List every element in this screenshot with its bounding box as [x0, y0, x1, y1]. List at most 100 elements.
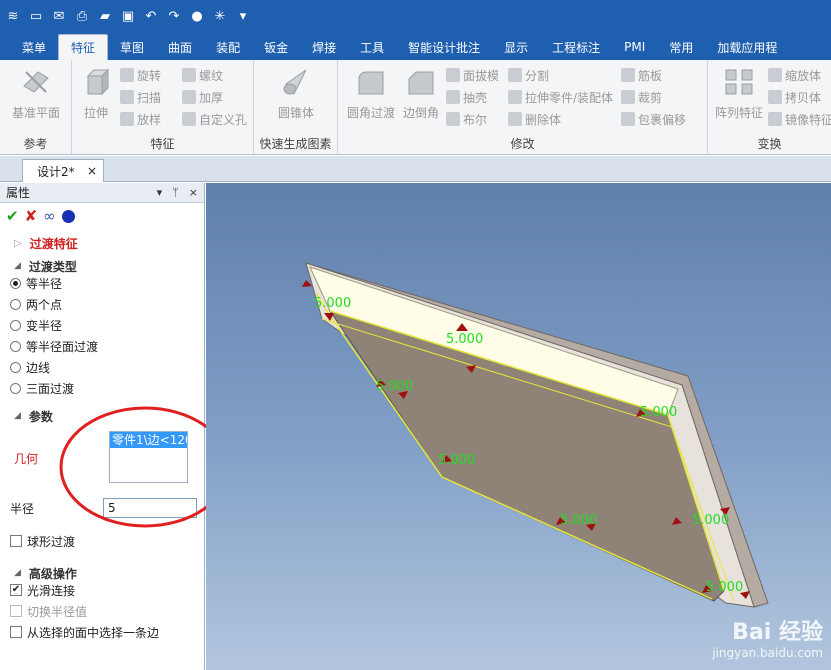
- custom-hole-button[interactable]: 自定义孔: [182, 109, 247, 129]
- rib-icon: [621, 68, 635, 82]
- sphere-tool-icon[interactable]: ●: [188, 7, 206, 25]
- preview-glasses-icon[interactable]: ∞: [43, 207, 56, 225]
- app-logo-icon[interactable]: ≋: [4, 7, 22, 25]
- collapse-arrow-icon: ◢: [14, 568, 21, 578]
- extrude-button[interactable]: 拉伸: [69, 66, 123, 121]
- new-file-icon[interactable]: ▭: [27, 7, 45, 25]
- custom-hole-label: 自定义孔: [199, 112, 248, 127]
- fillet-button[interactable]: 圆角过渡: [344, 66, 398, 121]
- draft-label: 面拔模: [463, 68, 500, 83]
- thread-button[interactable]: 螺纹: [182, 65, 223, 85]
- radio-button[interactable]: [10, 298, 21, 310]
- draft-button[interactable]: 面拔模: [446, 65, 499, 85]
- tab-display[interactable]: 显示: [492, 34, 540, 60]
- boolean-button[interactable]: 布尔: [446, 109, 487, 129]
- radius-label-row: 半径: [0, 498, 60, 518]
- watermark-url: jingyan.baidu.com: [712, 646, 823, 660]
- chamfer-button[interactable]: 边倒角: [394, 66, 448, 121]
- pattern-button[interactable]: 阵列特征: [712, 66, 766, 121]
- save-icon[interactable]: ▣: [119, 7, 137, 25]
- document-close-icon[interactable]: ×: [87, 164, 97, 178]
- delete-body-button[interactable]: 删除体: [508, 109, 561, 129]
- redo-icon[interactable]: ↷: [165, 7, 183, 25]
- checkbox[interactable]: [10, 626, 22, 638]
- type-option-three-face[interactable]: 三面过渡: [0, 378, 204, 398]
- ribbon-group-feature: 拉伸 旋转 扫描 放样 螺纹 加厚 自定义孔 特征: [69, 60, 254, 154]
- smooth-option[interactable]: ✔ 光滑连接: [0, 580, 204, 600]
- extrude-label: 拉伸: [83, 106, 108, 120]
- print-icon[interactable]: ⎙: [73, 7, 91, 25]
- tab-tools[interactable]: 工具: [348, 34, 396, 60]
- panel-close-icon[interactable]: ×: [189, 186, 198, 199]
- copy-body-button[interactable]: 拷贝体: [768, 87, 821, 107]
- radio-button[interactable]: [10, 361, 21, 373]
- ribbon-group-modify: 圆角过渡 边倒角 面拔模 抽壳 布尔 分割 拉伸零件/装配体 删除体 筋板 裁剪…: [338, 60, 708, 154]
- close-file-icon[interactable]: ✉: [50, 7, 68, 25]
- scale-button[interactable]: 缩放体: [768, 65, 821, 85]
- tab-common[interactable]: 常用: [657, 34, 705, 60]
- 3d-viewport[interactable]: 5.000 5.000 5.000 5.000 5.000 5.000 5.00…: [206, 183, 831, 670]
- checkbox[interactable]: [10, 535, 22, 547]
- tab-sketch[interactable]: 草图: [108, 34, 156, 60]
- tab-surface[interactable]: 曲面: [156, 34, 204, 60]
- radio-button[interactable]: [10, 340, 21, 352]
- tab-feature[interactable]: 特征: [58, 34, 109, 60]
- type-option-two-points[interactable]: 两个点: [0, 294, 204, 314]
- tab-addins[interactable]: 加载应用程: [705, 34, 789, 60]
- cone-button[interactable]: 圆锥体: [269, 66, 323, 121]
- panel-menu-icon[interactable]: ▾: [157, 186, 163, 199]
- mirror-button[interactable]: 镜像特征: [768, 109, 831, 129]
- cancel-icon[interactable]: ✘: [25, 207, 38, 225]
- type-option-edge-line[interactable]: 边线: [0, 357, 204, 377]
- tab-assembly[interactable]: 装配: [204, 34, 252, 60]
- pattern-icon: [725, 69, 753, 95]
- base-plane-button[interactable]: 基准平面: [9, 66, 63, 121]
- tab-pmi[interactable]: PMI: [612, 34, 657, 60]
- thicken-label: 加厚: [199, 90, 224, 105]
- document-tab[interactable]: 设计2* ×: [22, 159, 104, 182]
- tab-smart-annotation[interactable]: 智能设计批注: [396, 34, 492, 60]
- feature-header-label: 过渡特征: [29, 236, 78, 251]
- undo-icon[interactable]: ↶: [142, 7, 160, 25]
- split-icon: [508, 68, 522, 82]
- qa-dropdown-icon[interactable]: ▾: [234, 7, 252, 25]
- sweep-button[interactable]: 扫描: [120, 87, 161, 107]
- panel-title: 属性: [6, 186, 31, 200]
- copy-body-icon: [768, 90, 782, 104]
- wrap-offset-button[interactable]: 包裹偏移: [621, 109, 686, 129]
- radio-button[interactable]: [10, 277, 21, 289]
- base-plane-icon: [23, 71, 49, 93]
- rib-button[interactable]: 筋板: [621, 65, 662, 85]
- revolve-button[interactable]: 旋转: [120, 65, 161, 85]
- pattern-label: 阵列特征: [714, 106, 763, 120]
- extrude-part-button[interactable]: 拉伸零件/装配体: [508, 87, 613, 107]
- tab-weld[interactable]: 焊接: [300, 34, 348, 60]
- boolean-label: 布尔: [463, 112, 488, 127]
- type-option-variable-radius[interactable]: 变半径: [0, 315, 204, 335]
- help-circle-icon[interactable]: [61, 209, 75, 223]
- shell-button[interactable]: 抽壳: [446, 87, 487, 107]
- open-folder-icon[interactable]: ▰: [96, 7, 114, 25]
- confirm-icon[interactable]: ✔: [6, 207, 19, 225]
- trim-button[interactable]: 裁剪: [621, 87, 662, 107]
- type-option-label: 三面过渡: [26, 381, 75, 396]
- params-section-label: 参数: [28, 409, 53, 424]
- panel-pin-icon[interactable]: ᛘ: [172, 186, 179, 199]
- shell-label: 抽壳: [463, 90, 488, 105]
- radio-button[interactable]: [10, 319, 21, 331]
- dimension-label: 5.000: [314, 296, 351, 311]
- tab-sheetmetal[interactable]: 钣金: [252, 34, 300, 60]
- loft-button[interactable]: 放样: [120, 109, 161, 129]
- feature-header[interactable]: ▷ 过渡特征: [0, 233, 204, 253]
- radio-button[interactable]: [10, 382, 21, 394]
- document-tab-strip: 设计2* ×: [0, 156, 831, 182]
- checkbox-checked[interactable]: ✔: [10, 584, 22, 596]
- split-button[interactable]: 分割: [508, 65, 549, 85]
- type-option-face-fillet[interactable]: 等半径面过渡: [0, 336, 204, 356]
- type-option-equal-radius[interactable]: 等半径: [0, 273, 204, 293]
- sparkle-tool-icon[interactable]: ✳: [211, 7, 229, 25]
- select-edge-option[interactable]: 从选择的面中选择一条边: [0, 622, 204, 642]
- thicken-button[interactable]: 加厚: [182, 87, 223, 107]
- tab-engineering-annotation[interactable]: 工程标注: [540, 34, 612, 60]
- tab-menu[interactable]: 菜单: [10, 34, 58, 60]
